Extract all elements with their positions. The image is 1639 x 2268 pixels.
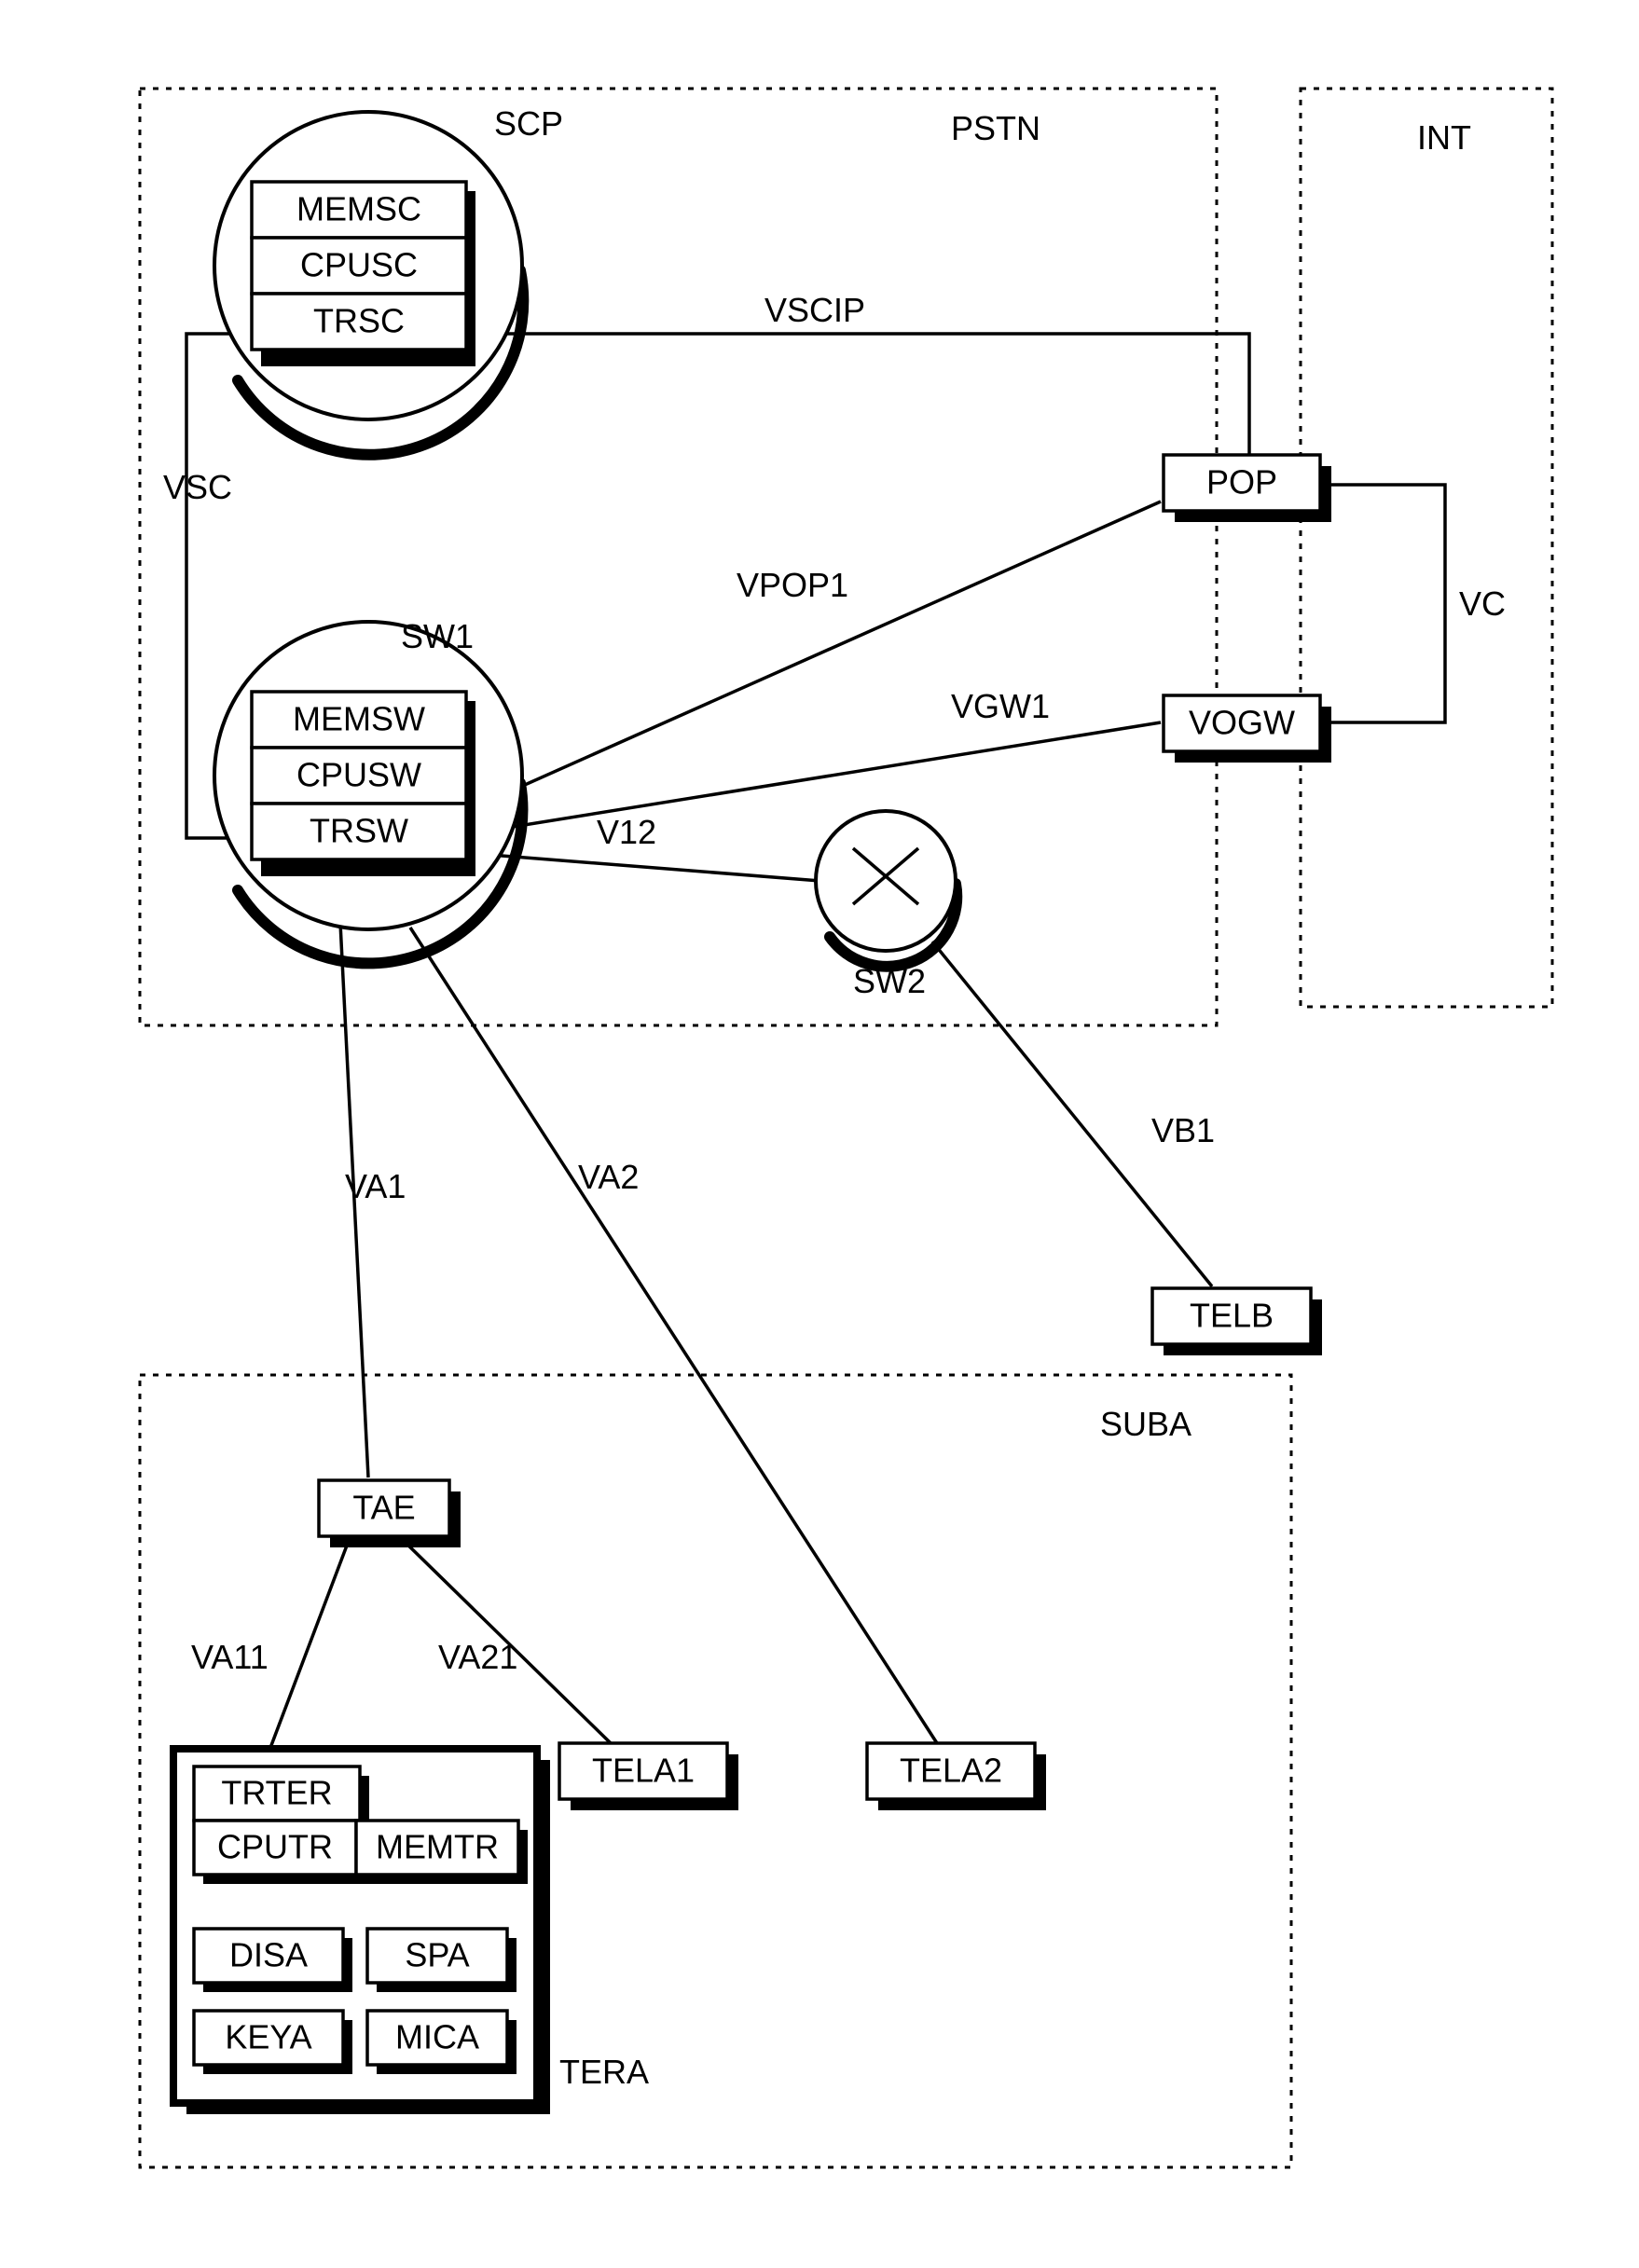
region-int — [1301, 89, 1552, 1007]
label-telb: TELB — [1190, 1297, 1274, 1335]
node-tela2: TELA2 — [867, 1743, 1046, 1810]
node-tae: TAE — [319, 1480, 461, 1547]
tera-memtr: MEMTR — [376, 1828, 499, 1866]
sw1-cpusw: CPUSW — [296, 756, 421, 794]
label-vpop1: VPOP1 — [737, 566, 848, 604]
sw1-trsw: TRSW — [310, 812, 408, 850]
sw1-rows: MEMSW CPUSW TRSW — [252, 692, 475, 876]
scp-rows: MEMSC CPUSC TRSC — [252, 182, 475, 366]
node-tela1: TELA1 — [559, 1743, 738, 1810]
label-va11: VA11 — [191, 1638, 269, 1676]
scp-trsc: TRSC — [313, 302, 405, 340]
tera-cputr: CPUTR — [217, 1828, 333, 1866]
scp-cpusc: CPUSC — [300, 246, 418, 284]
label-va1: VA1 — [345, 1167, 406, 1205]
tera-mica: MICA — [395, 2018, 479, 2056]
node-sw1: SW1 MEMSW CPUSW TRSW — [214, 617, 522, 963]
label-tera: TERA — [559, 2053, 649, 2091]
sw1-memsw: MEMSW — [293, 700, 425, 738]
scp-memsc: MEMSC — [296, 190, 421, 228]
label-vc: VC — [1459, 584, 1506, 623]
link-va2 — [410, 928, 937, 1743]
label-tela1: TELA1 — [592, 1752, 695, 1790]
label-vb1: VB1 — [1151, 1111, 1215, 1149]
tera-spa: SPA — [405, 1936, 469, 1974]
link-vpop1 — [466, 502, 1161, 811]
label-suba: SUBA — [1100, 1405, 1191, 1443]
label-va2: VA2 — [578, 1158, 639, 1196]
tera-keya: KEYA — [225, 2018, 311, 2056]
node-pop: POP — [1164, 455, 1331, 522]
node-vogw: VOGW — [1164, 695, 1331, 763]
label-vsc: VSC — [163, 468, 232, 506]
label-vgw1: VGW1 — [951, 687, 1050, 725]
label-scp: SCP — [494, 104, 563, 143]
link-va11 — [270, 1538, 350, 1748]
tera-disa: DISA — [229, 1936, 308, 1974]
label-v12: V12 — [597, 813, 656, 851]
link-vgw1 — [466, 722, 1161, 834]
label-sw1: SW1 — [401, 617, 474, 655]
label-vscip: VSCIP — [764, 291, 865, 329]
label-tae: TAE — [352, 1489, 415, 1527]
node-telb: TELB — [1152, 1288, 1322, 1355]
node-scp: SCP MEMSC CPUSC TRSC — [214, 104, 563, 455]
node-sw2: SW2 — [816, 811, 957, 1000]
link-vscip — [461, 334, 1249, 455]
tera-trter: TRTER — [221, 1774, 332, 1812]
label-int: INT — [1417, 118, 1471, 157]
label-sw2: SW2 — [853, 962, 926, 1000]
label-va21: VA21 — [438, 1638, 517, 1676]
label-vogw: VOGW — [1189, 704, 1295, 742]
label-tela2: TELA2 — [900, 1752, 1002, 1790]
label-pop: POP — [1206, 463, 1277, 502]
link-vc — [1324, 485, 1445, 722]
label-pstn: PSTN — [951, 109, 1040, 147]
